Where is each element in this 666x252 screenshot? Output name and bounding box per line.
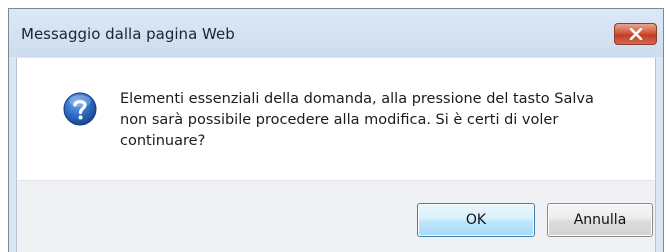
dialog-message: Elementi essenziali della domanda, alla … <box>120 91 594 149</box>
question-icon <box>63 92 97 126</box>
message-dialog: Messaggio dalla pagina Web Elementi esse… <box>8 8 664 252</box>
close-button[interactable] <box>614 23 657 45</box>
dialog-button-bar: OK Annulla <box>16 180 656 252</box>
cancel-button[interactable]: Annulla <box>547 203 653 237</box>
ok-button[interactable]: OK <box>417 203 535 237</box>
dialog-title: Messaggio dalla pagina Web <box>21 25 235 43</box>
dialog-titlebar[interactable]: Messaggio dalla pagina Web <box>9 9 663 57</box>
close-icon <box>629 28 643 40</box>
dialog-content: Elementi essenziali della domanda, alla … <box>16 58 656 180</box>
